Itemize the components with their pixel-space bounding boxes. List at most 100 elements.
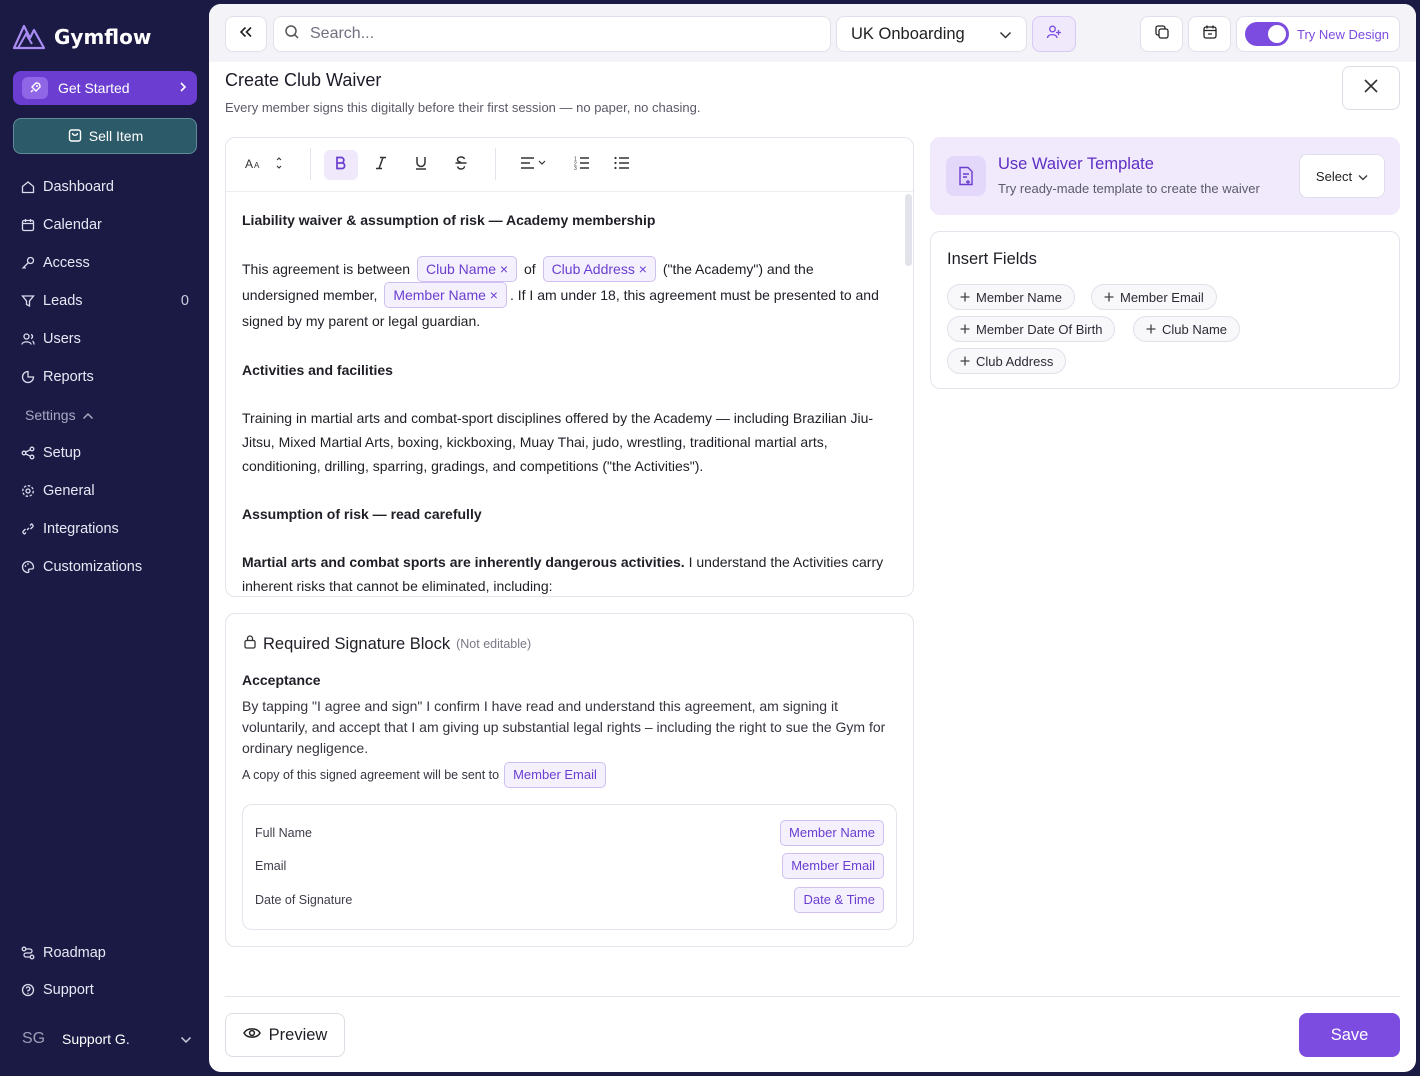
chip-label: Club Address [551,261,635,277]
signature-row-label: Full Name [255,826,312,840]
plus-icon [1146,322,1156,337]
sidebar-item-users[interactable]: Users [21,320,197,358]
copy-button[interactable] [1140,16,1183,52]
doc-paragraph: This agreement is between Club Name × of… [242,256,892,334]
ordered-list-button[interactable]: 123 [565,150,599,180]
sidebar-item-general[interactable]: General [21,472,197,510]
doc-text: This agreement is between [242,261,411,277]
member-email-chip: Member Email [504,762,606,788]
underline-button[interactable] [404,150,438,180]
field-chip-member-name[interactable]: Member Name × [384,282,507,308]
insert-field-member-email[interactable]: Member Email [1091,284,1217,310]
chevron-right-icon [179,80,187,96]
signature-row-value: Member Name [780,820,884,846]
underline-icon [414,156,428,175]
calendar-icon [1202,24,1218,45]
sidebar-item-label: Reports [43,369,94,385]
signature-row: Email Member Email [255,853,884,879]
sidebar-item-integrations[interactable]: Integrations [21,510,197,548]
close-button[interactable] [1342,66,1400,110]
editor-toolbar: AA 123 [226,138,913,192]
template-file-icon [946,156,986,196]
insert-field-club-address[interactable]: Club Address [947,348,1067,374]
signature-fields-table: Full Name Member Name Email Member Email… [242,804,897,930]
search-bar[interactable] [273,16,831,52]
users-icon [21,332,35,346]
sidebar: Gymflow Get Started Sell Item Dashboard … [0,0,209,1076]
gymflow-logo-icon [12,24,46,50]
sidebar-item-label: Access [43,255,90,271]
rocket-icon [22,77,48,99]
insert-field-label: Member Date Of Birth [976,321,1103,337]
sell-item-button[interactable]: Sell Item [13,118,197,154]
insert-field-member-name[interactable]: Member Name [947,284,1075,310]
user-menu[interactable]: SG Support G. [22,1027,192,1051]
sidebar-item-label: Calendar [43,217,102,233]
bullet-list-icon [614,156,630,175]
sidebar-item-calendar[interactable]: Calendar [21,206,197,244]
preview-button[interactable]: Preview [225,1013,345,1057]
italic-button[interactable] [364,150,398,180]
chip-label: Member Name [393,287,486,303]
bullet-list-button[interactable] [605,150,639,180]
svg-text:A: A [254,161,260,170]
insert-fields-title: Insert Fields [947,250,1037,268]
logo[interactable]: Gymflow [12,22,151,52]
sidebar-item-leads[interactable]: Leads 0 [21,282,197,320]
sidebar-item-support[interactable]: Support [21,971,197,1008]
user-plus-icon [1046,24,1062,45]
strikethrough-button[interactable] [444,150,478,180]
try-new-design-toggle[interactable]: Try New Design [1236,16,1400,52]
settings-section-toggle[interactable]: Settings [21,396,197,434]
sidebar-item-label: Support [43,981,94,998]
insert-field-label: Member Name [976,289,1062,305]
add-member-button[interactable] [1032,16,1076,52]
sidebar-item-customizations[interactable]: Customizations [21,548,197,586]
schedule-button[interactable] [1188,16,1231,52]
copy-text: A copy of this signed agreement will be … [242,768,500,782]
signature-row: Date of Signature Date & Time [255,887,884,913]
waiver-editor: AA 123 Liability waiver & assumption of … [225,137,914,597]
avatar: SG [22,1030,46,1047]
sidebar-nav: Dashboard Calendar Access Leads 0 Users … [21,168,197,586]
sidebar-item-dashboard[interactable]: Dashboard [21,168,197,206]
editor-scrollbar[interactable] [905,194,912,266]
toggle-switch[interactable] [1245,22,1289,46]
chart-pie-icon [21,370,35,384]
font-size-button[interactable]: AA [242,150,288,180]
collapse-sidebar-button[interactable] [225,16,267,52]
template-title: Use Waiver Template [998,155,1154,173]
sidebar-bottom-nav: Roadmap Support [21,934,197,1008]
acceptance-heading: Acceptance [242,672,321,688]
page-subtitle: Every member signs this digitally before… [225,100,701,115]
link-icon [21,522,35,536]
location-select[interactable]: UK Onboarding [836,16,1027,52]
sidebar-item-reports[interactable]: Reports [21,358,197,396]
field-chip-club-name[interactable]: Club Name × [416,256,518,282]
ordered-list-icon: 123 [574,156,590,175]
route-icon [21,946,35,960]
sidebar-item-roadmap[interactable]: Roadmap [21,934,197,971]
search-icon [284,24,300,45]
insert-field-member-dob[interactable]: Member Date Of Birth [947,316,1116,342]
footer-divider [225,996,1400,997]
bold-button[interactable] [324,150,358,180]
insert-field-club-name[interactable]: Club Name [1133,316,1241,342]
insert-fields-panel: Insert Fields Member Name Member Email M… [930,231,1400,389]
sidebar-item-label: Users [43,331,81,347]
eye-icon [242,1026,261,1045]
save-button[interactable]: Save [1299,1013,1400,1057]
sidebar-item-access[interactable]: Access [21,244,197,282]
doc-heading: Assumption of risk — read carefully [242,506,482,522]
gear-icon [21,484,35,498]
location-value: UK Onboarding [851,24,965,43]
waiver-document[interactable]: Liability waiver & assumption of risk — … [242,208,892,596]
calendar-icon [21,218,35,232]
field-chip-club-address[interactable]: Club Address × [542,256,656,282]
sidebar-item-setup[interactable]: Setup [21,434,197,472]
align-button[interactable] [513,150,555,180]
settings-label: Settings [25,407,76,423]
template-select[interactable]: Select [1299,154,1385,198]
search-input[interactable] [310,25,810,43]
get-started-button[interactable]: Get Started [13,71,197,105]
